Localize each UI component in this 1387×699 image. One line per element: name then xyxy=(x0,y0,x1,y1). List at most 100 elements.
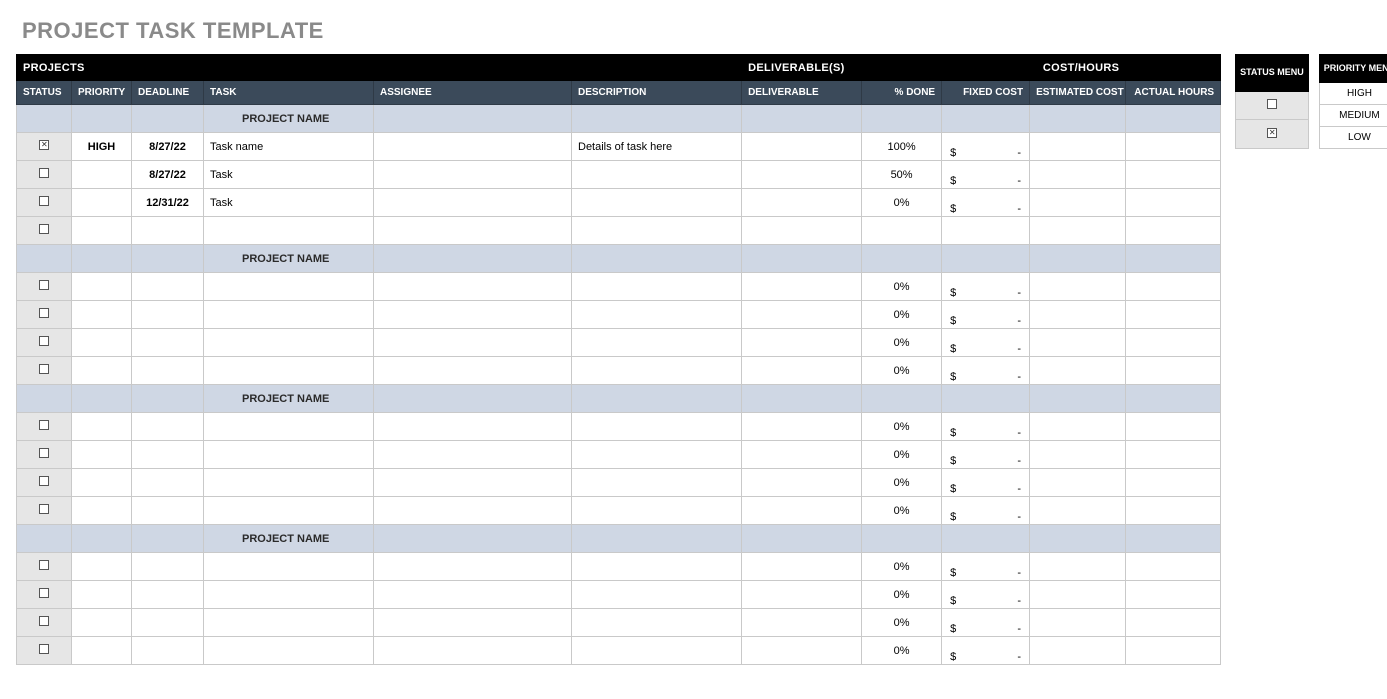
status-cell[interactable] xyxy=(17,189,72,217)
deliverable-cell[interactable] xyxy=(742,469,862,497)
deliverable-cell[interactable] xyxy=(742,357,862,385)
description-cell[interactable] xyxy=(572,637,742,665)
priority-cell[interactable] xyxy=(72,273,132,301)
task-cell[interactable] xyxy=(204,609,374,637)
project-name-cell[interactable]: PROJECT NAME xyxy=(204,245,374,273)
deadline-cell[interactable]: 8/27/22 xyxy=(132,133,204,161)
fixed-cost-cell[interactable]: $- xyxy=(942,441,1030,469)
status-cell[interactable] xyxy=(17,329,72,357)
priority-cell[interactable]: HIGH xyxy=(72,133,132,161)
deliverable-cell[interactable] xyxy=(742,189,862,217)
description-cell[interactable] xyxy=(572,301,742,329)
fixed-cost-cell[interactable]: $- xyxy=(942,273,1030,301)
estimated-cost-cell[interactable] xyxy=(1030,273,1126,301)
deadline-cell[interactable] xyxy=(132,609,204,637)
deadline-cell[interactable] xyxy=(132,441,204,469)
task-cell[interactable] xyxy=(204,301,374,329)
status-checkbox[interactable] xyxy=(39,616,49,626)
estimated-cost-cell[interactable] xyxy=(1030,497,1126,525)
deliverable-cell[interactable] xyxy=(742,581,862,609)
assignee-cell[interactable] xyxy=(374,273,572,301)
description-cell[interactable] xyxy=(572,441,742,469)
deliverable-cell[interactable] xyxy=(742,217,862,245)
percent-done-cell[interactable]: 0% xyxy=(862,273,942,301)
description-cell[interactable] xyxy=(572,217,742,245)
estimated-cost-cell[interactable] xyxy=(1030,609,1126,637)
deadline-cell[interactable] xyxy=(132,357,204,385)
actual-hours-cell[interactable] xyxy=(1126,637,1221,665)
task-cell[interactable] xyxy=(204,357,374,385)
status-menu-checkbox[interactable] xyxy=(1267,99,1277,109)
actual-hours-cell[interactable] xyxy=(1126,217,1221,245)
task-cell[interactable] xyxy=(204,553,374,581)
percent-done-cell[interactable] xyxy=(862,217,942,245)
deadline-cell[interactable] xyxy=(132,329,204,357)
fixed-cost-cell[interactable]: $- xyxy=(942,161,1030,189)
fixed-cost-cell[interactable]: $- xyxy=(942,133,1030,161)
fixed-cost-cell[interactable]: $- xyxy=(942,413,1030,441)
status-cell[interactable] xyxy=(17,469,72,497)
percent-done-cell[interactable]: 0% xyxy=(862,357,942,385)
deadline-cell[interactable] xyxy=(132,637,204,665)
fixed-cost-cell[interactable] xyxy=(942,217,1030,245)
assignee-cell[interactable] xyxy=(374,329,572,357)
status-cell[interactable] xyxy=(17,497,72,525)
status-cell[interactable] xyxy=(17,581,72,609)
priority-cell[interactable] xyxy=(72,329,132,357)
actual-hours-cell[interactable] xyxy=(1126,497,1221,525)
actual-hours-cell[interactable] xyxy=(1126,357,1221,385)
fixed-cost-cell[interactable]: $- xyxy=(942,469,1030,497)
deliverable-cell[interactable] xyxy=(742,301,862,329)
status-checkbox[interactable] xyxy=(39,280,49,290)
description-cell[interactable] xyxy=(572,609,742,637)
estimated-cost-cell[interactable] xyxy=(1030,161,1126,189)
deadline-cell[interactable] xyxy=(132,273,204,301)
percent-done-cell[interactable]: 0% xyxy=(862,553,942,581)
percent-done-cell[interactable]: 0% xyxy=(862,301,942,329)
actual-hours-cell[interactable] xyxy=(1126,413,1221,441)
priority-cell[interactable] xyxy=(72,161,132,189)
status-cell[interactable] xyxy=(17,217,72,245)
priority-menu-item[interactable]: LOW xyxy=(1319,127,1387,149)
percent-done-cell[interactable]: 0% xyxy=(862,189,942,217)
status-checkbox[interactable] xyxy=(39,644,49,654)
actual-hours-cell[interactable] xyxy=(1126,301,1221,329)
task-cell[interactable]: Task name xyxy=(204,133,374,161)
deliverable-cell[interactable] xyxy=(742,161,862,189)
status-checkbox[interactable] xyxy=(39,308,49,318)
estimated-cost-cell[interactable] xyxy=(1030,581,1126,609)
status-cell[interactable] xyxy=(17,133,72,161)
fixed-cost-cell[interactable]: $- xyxy=(942,637,1030,665)
assignee-cell[interactable] xyxy=(374,609,572,637)
description-cell[interactable] xyxy=(572,413,742,441)
status-cell[interactable] xyxy=(17,609,72,637)
estimated-cost-cell[interactable] xyxy=(1030,301,1126,329)
assignee-cell[interactable] xyxy=(374,441,572,469)
deliverable-cell[interactable] xyxy=(742,497,862,525)
assignee-cell[interactable] xyxy=(374,133,572,161)
percent-done-cell[interactable]: 0% xyxy=(862,469,942,497)
fixed-cost-cell[interactable]: $- xyxy=(942,497,1030,525)
deadline-cell[interactable]: 8/27/22 xyxy=(132,161,204,189)
estimated-cost-cell[interactable] xyxy=(1030,441,1126,469)
status-checkbox[interactable] xyxy=(39,140,49,150)
assignee-cell[interactable] xyxy=(374,357,572,385)
estimated-cost-cell[interactable] xyxy=(1030,357,1126,385)
actual-hours-cell[interactable] xyxy=(1126,581,1221,609)
priority-cell[interactable] xyxy=(72,301,132,329)
description-cell[interactable]: Details of task here xyxy=(572,133,742,161)
estimated-cost-cell[interactable] xyxy=(1030,553,1126,581)
priority-cell[interactable] xyxy=(72,357,132,385)
percent-done-cell[interactable]: 0% xyxy=(862,581,942,609)
status-cell[interactable] xyxy=(17,553,72,581)
status-cell[interactable] xyxy=(17,301,72,329)
actual-hours-cell[interactable] xyxy=(1126,609,1221,637)
percent-done-cell[interactable]: 100% xyxy=(862,133,942,161)
task-cell[interactable] xyxy=(204,217,374,245)
deadline-cell[interactable] xyxy=(132,497,204,525)
task-cell[interactable]: Task xyxy=(204,189,374,217)
actual-hours-cell[interactable] xyxy=(1126,469,1221,497)
estimated-cost-cell[interactable] xyxy=(1030,637,1126,665)
assignee-cell[interactable] xyxy=(374,189,572,217)
task-cell[interactable] xyxy=(204,469,374,497)
